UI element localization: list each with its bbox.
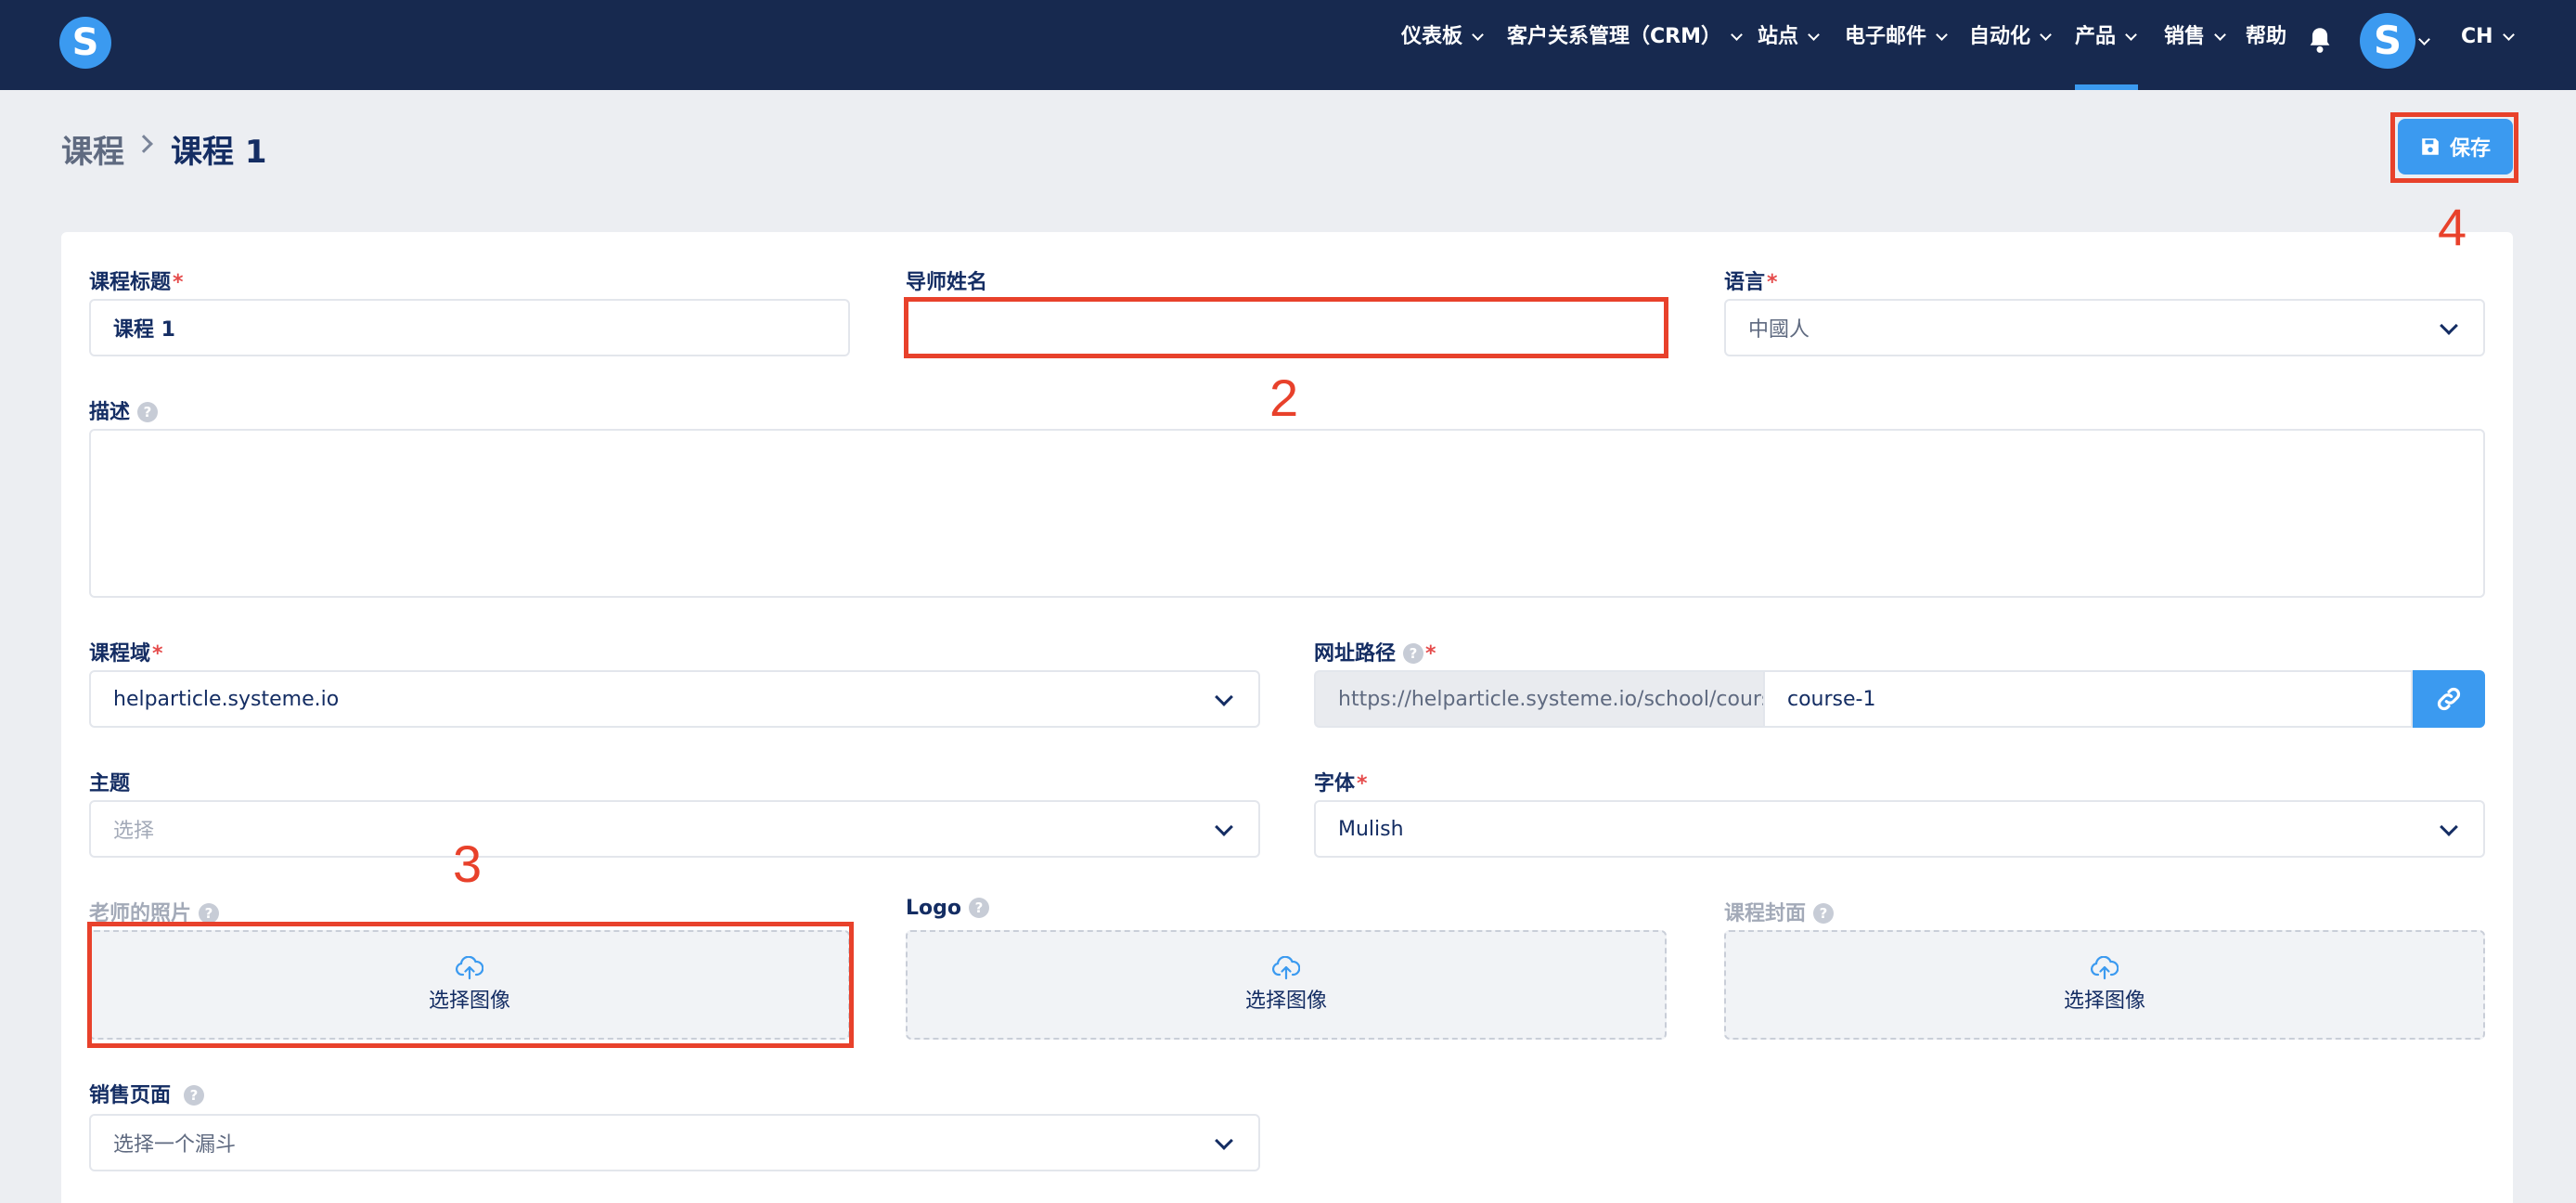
nav-sites[interactable]: 站点 bbox=[1758, 0, 1820, 90]
course-domain-value: helparticle.systeme.io bbox=[113, 687, 340, 711]
help-icon[interactable]: ? bbox=[1813, 903, 1835, 924]
page-title: 课程 1 bbox=[171, 134, 267, 171]
chevron-down-icon[interactable] bbox=[2418, 33, 2430, 45]
chevron-down-icon bbox=[1472, 29, 1484, 41]
course-cover-upload-label: 选择图像 bbox=[2063, 990, 2145, 1013]
sales-page-placeholder: 选择一个漏斗 bbox=[113, 1133, 237, 1157]
nav-products[interactable]: 产品 bbox=[2075, 0, 2137, 90]
course-cover-upload[interactable]: 选择图像 bbox=[1724, 930, 2485, 1040]
chevron-down-icon bbox=[2125, 29, 2137, 41]
copy-link-button[interactable] bbox=[2413, 670, 2485, 728]
course-cover-label: 课程封面? bbox=[1724, 897, 1835, 926]
nav-help[interactable]: 帮助 bbox=[2246, 0, 2286, 90]
url-path-label: 网址路径? * bbox=[1314, 642, 1436, 666]
instructor-name-label: 导师姓名 bbox=[906, 271, 988, 294]
chevron-down-icon bbox=[2440, 818, 2458, 836]
language-switcher[interactable]: CH bbox=[2461, 0, 2515, 90]
url-prefix: https://helparticle.systeme.io/school/co… bbox=[1314, 670, 1791, 728]
chevron-down-icon bbox=[1215, 688, 1233, 706]
language-select-value: 中國人 bbox=[1748, 318, 1810, 342]
help-icon[interactable]: ? bbox=[184, 1085, 205, 1106]
nav-active-indicator bbox=[2075, 84, 2138, 90]
sales-page-select[interactable]: 选择一个漏斗 bbox=[89, 1114, 1260, 1171]
annotation-number-2: 2 bbox=[1269, 369, 1299, 427]
annotation-box-instructor-name bbox=[904, 297, 1668, 358]
annotation-number-3: 3 bbox=[453, 834, 483, 893]
chevron-down-icon bbox=[2440, 317, 2458, 335]
help-icon[interactable]: ? bbox=[137, 402, 159, 422]
cloud-upload-icon bbox=[1272, 956, 1300, 980]
language-label: CH bbox=[2461, 25, 2493, 48]
font-select-value: Mulish bbox=[1338, 817, 1404, 841]
theme-select-placeholder: 选择 bbox=[113, 820, 155, 843]
logo-upload-label: 选择图像 bbox=[1244, 990, 1327, 1013]
chevron-down-icon bbox=[2502, 29, 2515, 41]
help-icon[interactable]: ? bbox=[969, 898, 989, 918]
language-label: 语言* bbox=[1724, 271, 1778, 294]
url-slug-input[interactable]: course-1 bbox=[1763, 670, 2413, 728]
sales-page-label: 销售页面? bbox=[89, 1079, 205, 1108]
help-icon[interactable]: ? bbox=[199, 903, 220, 924]
description-textarea[interactable] bbox=[89, 429, 2485, 598]
chevron-down-icon bbox=[2040, 29, 2052, 41]
nav-crm-label: 客户关系管理（CRM） bbox=[1507, 25, 1721, 48]
systeme-logo[interactable]: S bbox=[59, 17, 111, 69]
link-icon bbox=[2437, 687, 2461, 711]
course-domain-label: 课程域* bbox=[89, 642, 163, 666]
user-avatar[interactable]: S bbox=[2360, 13, 2415, 69]
bell-icon[interactable] bbox=[2307, 26, 2333, 54]
chevron-down-icon bbox=[2214, 29, 2226, 41]
logo-upload[interactable]: 选择图像 bbox=[906, 930, 1667, 1040]
nav-dashboard[interactable]: 仪表板 bbox=[1401, 0, 1484, 90]
font-select[interactable]: Mulish bbox=[1314, 800, 2485, 858]
description-label: 描述? bbox=[89, 395, 159, 425]
nav-sales[interactable]: 销售 bbox=[2164, 0, 2226, 90]
course-title-input[interactable]: 课程 1 bbox=[89, 299, 850, 356]
annotation-box-save bbox=[2390, 112, 2518, 183]
chevron-down-icon bbox=[1808, 29, 1820, 41]
chevron-down-icon bbox=[1731, 29, 1743, 41]
nav-automation-label: 自动化 bbox=[1969, 25, 2031, 48]
theme-select[interactable]: 选择 bbox=[89, 800, 1260, 858]
annotation-box-teacher-photo bbox=[87, 922, 854, 1048]
font-label: 字体* bbox=[1314, 772, 1368, 796]
annotation-number-4: 4 bbox=[2438, 198, 2467, 256]
cloud-upload-icon bbox=[2091, 956, 2119, 980]
theme-label: 主题 bbox=[89, 772, 131, 796]
nav-email[interactable]: 电子邮件 bbox=[1845, 0, 1948, 90]
nav-automation[interactable]: 自动化 bbox=[1969, 0, 2052, 90]
nav-sites-label: 站点 bbox=[1758, 25, 1799, 48]
chevron-down-icon bbox=[1215, 818, 1233, 836]
breadcrumb-parent[interactable]: 课程 bbox=[61, 126, 124, 172]
nav-crm[interactable]: 客户关系管理（CRM） bbox=[1507, 0, 1743, 90]
nav-email-label: 电子邮件 bbox=[1845, 25, 1927, 48]
top-navigation-bar: S 仪表板 客户关系管理（CRM） 站点 电子邮件 自动化 产品 销售 帮助 S… bbox=[0, 0, 2576, 90]
nav-sales-label: 销售 bbox=[2164, 25, 2206, 48]
nav-products-label: 产品 bbox=[2075, 25, 2117, 48]
chevron-down-icon bbox=[1215, 1132, 1233, 1150]
nav-dashboard-label: 仪表板 bbox=[1401, 25, 1463, 48]
help-icon[interactable]: ? bbox=[1403, 643, 1424, 664]
course-domain-select[interactable]: helparticle.systeme.io bbox=[89, 670, 1260, 728]
logo-label: Logo? bbox=[906, 897, 989, 920]
chevron-right-icon bbox=[135, 135, 153, 153]
language-select[interactable]: 中國人 bbox=[1724, 299, 2485, 356]
chevron-down-icon bbox=[1936, 29, 1948, 41]
nav-help-label: 帮助 bbox=[2246, 25, 2287, 48]
course-title-label: 课程标题* bbox=[89, 271, 184, 294]
